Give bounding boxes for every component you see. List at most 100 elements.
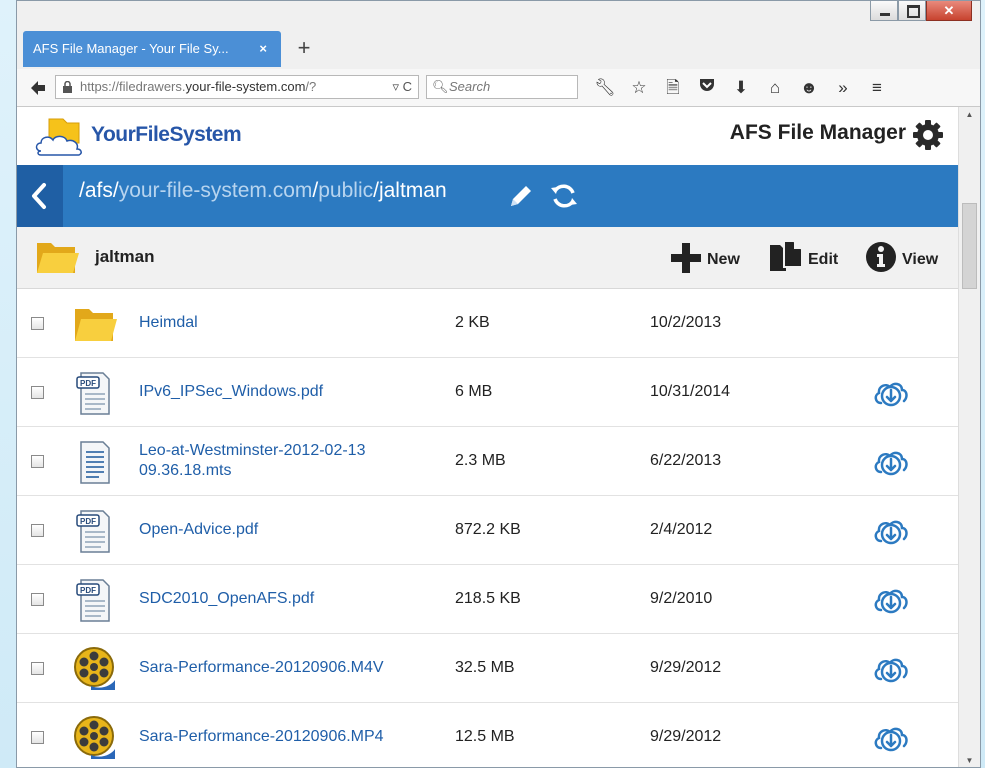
- browser-window: AFS File Manager - Your File Sy... × + h…: [16, 0, 981, 768]
- file-size: 2 KB: [455, 314, 490, 331]
- path-bar: /afs/your-file-system.com/public/jaltman: [17, 165, 958, 227]
- document-icon: [71, 439, 117, 485]
- file-size: 12.5 MB: [455, 728, 515, 745]
- cloud-download-icon[interactable]: [872, 377, 908, 409]
- search-placeholder: Search: [449, 79, 491, 94]
- download-arrow-icon[interactable]: ⬇: [727, 76, 755, 100]
- video-reel-icon: [71, 715, 117, 761]
- back-arrow-icon[interactable]: [27, 77, 49, 99]
- maximize-button[interactable]: [898, 1, 926, 21]
- edit-label: Edit: [808, 251, 839, 268]
- search-input[interactable]: 🔍︎ Search: [426, 75, 578, 99]
- cloud-download-icon[interactable]: [872, 446, 908, 478]
- svg-text:PDF: PDF: [80, 379, 96, 388]
- back-button[interactable]: [17, 165, 63, 227]
- smiley-icon[interactable]: ☻: [795, 76, 823, 100]
- plus-icon: [671, 243, 701, 273]
- url-suffix: /?: [305, 79, 317, 94]
- file-name-link[interactable]: Sara-Performance-20120906.M4V: [139, 658, 429, 678]
- browser-tab[interactable]: AFS File Manager - Your File Sy... ×: [23, 31, 281, 67]
- close-window-button[interactable]: [926, 1, 972, 21]
- cloud-folder-icon: [35, 118, 82, 156]
- file-row[interactable]: PDF IPv6_IPSec_Windows.pdf 6 MB 10/31/2014: [17, 358, 958, 427]
- cloud-download-icon[interactable]: [872, 515, 908, 547]
- address-bar[interactable]: https://filedrawers.your-file-system.com…: [55, 75, 419, 99]
- page-content: YourFileSystem AFS File Manager /afs/you…: [17, 107, 958, 767]
- file-name-link[interactable]: IPv6_IPSec_Windows.pdf: [139, 382, 429, 402]
- app-title: AFS File Manager: [729, 121, 906, 144]
- select-checkbox[interactable]: [31, 455, 44, 468]
- hamburger-menu-icon[interactable]: ≡: [863, 76, 891, 100]
- file-date: 10/2/2013: [650, 314, 722, 331]
- svg-text:PDF: PDF: [80, 586, 96, 595]
- tab-close-icon[interactable]: ×: [259, 31, 267, 67]
- bookmark-star-icon[interactable]: ☆: [625, 76, 653, 100]
- file-name-link[interactable]: SDC2010_OpenAFS.pdf: [139, 589, 429, 609]
- breadcrumb-afs[interactable]: /afs/: [79, 179, 119, 202]
- file-date: 2/4/2012: [650, 521, 713, 538]
- file-name-link[interactable]: Heimdal: [139, 313, 429, 333]
- search-icon: 🔍︎: [432, 79, 449, 94]
- file-row[interactable]: Leo-at-Westminster-2012-02-13 09.36.18.m…: [17, 427, 958, 496]
- edit-button[interactable]: Edit: [768, 239, 848, 277]
- file-row[interactable]: Sara-Performance-20120906.MP4 12.5 MB 9/29…: [17, 703, 958, 767]
- file-row[interactable]: Sara-Performance-20120906.M4V 32.5 MB 9/29…: [17, 634, 958, 703]
- file-date: 6/22/2013: [650, 452, 722, 469]
- pocket-icon[interactable]: [693, 76, 721, 100]
- file-name-link[interactable]: Sara-Performance-20120906.MP4: [139, 727, 429, 747]
- new-button[interactable]: New: [669, 239, 761, 277]
- select-checkbox[interactable]: [31, 317, 44, 330]
- minimize-button[interactable]: [870, 1, 898, 21]
- title-bar: AFS File Manager - Your File Sy... × +: [17, 1, 980, 69]
- view-button[interactable]: View: [864, 239, 942, 277]
- gear-icon[interactable]: [912, 119, 944, 151]
- select-checkbox[interactable]: [31, 386, 44, 399]
- file-row[interactable]: Heimdal 2 KB 10/2/2013: [17, 289, 958, 358]
- scroll-up-arrow-icon[interactable]: ▲: [959, 107, 980, 123]
- breadcrumb-domain[interactable]: your-file-system.com: [119, 179, 313, 202]
- app-header: YourFileSystem AFS File Manager: [17, 107, 958, 165]
- cloud-download-icon[interactable]: [872, 653, 908, 685]
- new-label: New: [707, 251, 740, 268]
- file-date: 10/31/2014: [650, 383, 731, 400]
- window-controls: [870, 1, 972, 23]
- file-name-link[interactable]: Open-Advice.pdf: [139, 520, 429, 540]
- reader-view-icon[interactable]: 🗎︎: [659, 76, 687, 100]
- file-row[interactable]: PDF SDC2010_OpenAFS.pdf 218.5 KB 9/2/2010: [17, 565, 958, 634]
- select-checkbox[interactable]: [31, 662, 44, 675]
- folder-icon: [71, 301, 117, 347]
- scroll-down-arrow-icon[interactable]: ▼: [959, 753, 980, 767]
- vertical-scrollbar[interactable]: ▲ ▼: [958, 107, 980, 767]
- cloud-download-icon[interactable]: [872, 584, 908, 616]
- wrench-icon[interactable]: 🔧︎: [591, 76, 619, 100]
- file-list: Heimdal 2 KB 10/2/2013 PDF IPv6_IPSec_Window…: [17, 289, 958, 767]
- video-reel-icon: [71, 646, 117, 692]
- pdf-file-icon: PDF: [71, 508, 117, 554]
- home-icon[interactable]: ⌂: [761, 76, 789, 100]
- cloud-download-icon[interactable]: [872, 722, 908, 754]
- url-prefix: https://filedrawers.: [80, 79, 186, 94]
- breadcrumb-public[interactable]: public: [318, 179, 373, 202]
- new-tab-button[interactable]: +: [289, 33, 319, 63]
- overflow-chevron-icon[interactable]: »: [829, 76, 857, 100]
- lock-icon: [63, 81, 72, 93]
- svg-text:PDF: PDF: [80, 517, 96, 526]
- file-size: 6 MB: [455, 383, 493, 400]
- refresh-icon[interactable]: [549, 182, 579, 210]
- select-checkbox[interactable]: [31, 731, 44, 744]
- file-size: 2.3 MB: [455, 452, 506, 469]
- current-folder-name: jaltman: [95, 247, 155, 266]
- pdf-file-icon: PDF: [71, 370, 117, 416]
- logo-text: YourFileSystem: [91, 123, 242, 146]
- select-checkbox[interactable]: [31, 593, 44, 606]
- file-row[interactable]: PDF Open-Advice.pdf 872.2 KB 2/4/2012: [17, 496, 958, 565]
- reload-icon[interactable]: ▿ C: [392, 76, 412, 98]
- your-file-system-logo[interactable]: YourFileSystem: [35, 113, 285, 159]
- pdf-file-icon: PDF: [71, 577, 117, 623]
- toolbar-icons: 🔧︎ ☆ 🗎︎ ⬇ ⌂ ☻ » ≡: [591, 76, 897, 100]
- select-checkbox[interactable]: [31, 524, 44, 537]
- scrollbar-thumb[interactable]: [962, 203, 977, 289]
- pencil-icon[interactable]: [507, 182, 535, 210]
- file-name-link[interactable]: Leo-at-Westminster-2012-02-13 09.36.18.m…: [139, 441, 429, 481]
- breadcrumb: /afs/your-file-system.com/public/jaltman: [79, 179, 447, 203]
